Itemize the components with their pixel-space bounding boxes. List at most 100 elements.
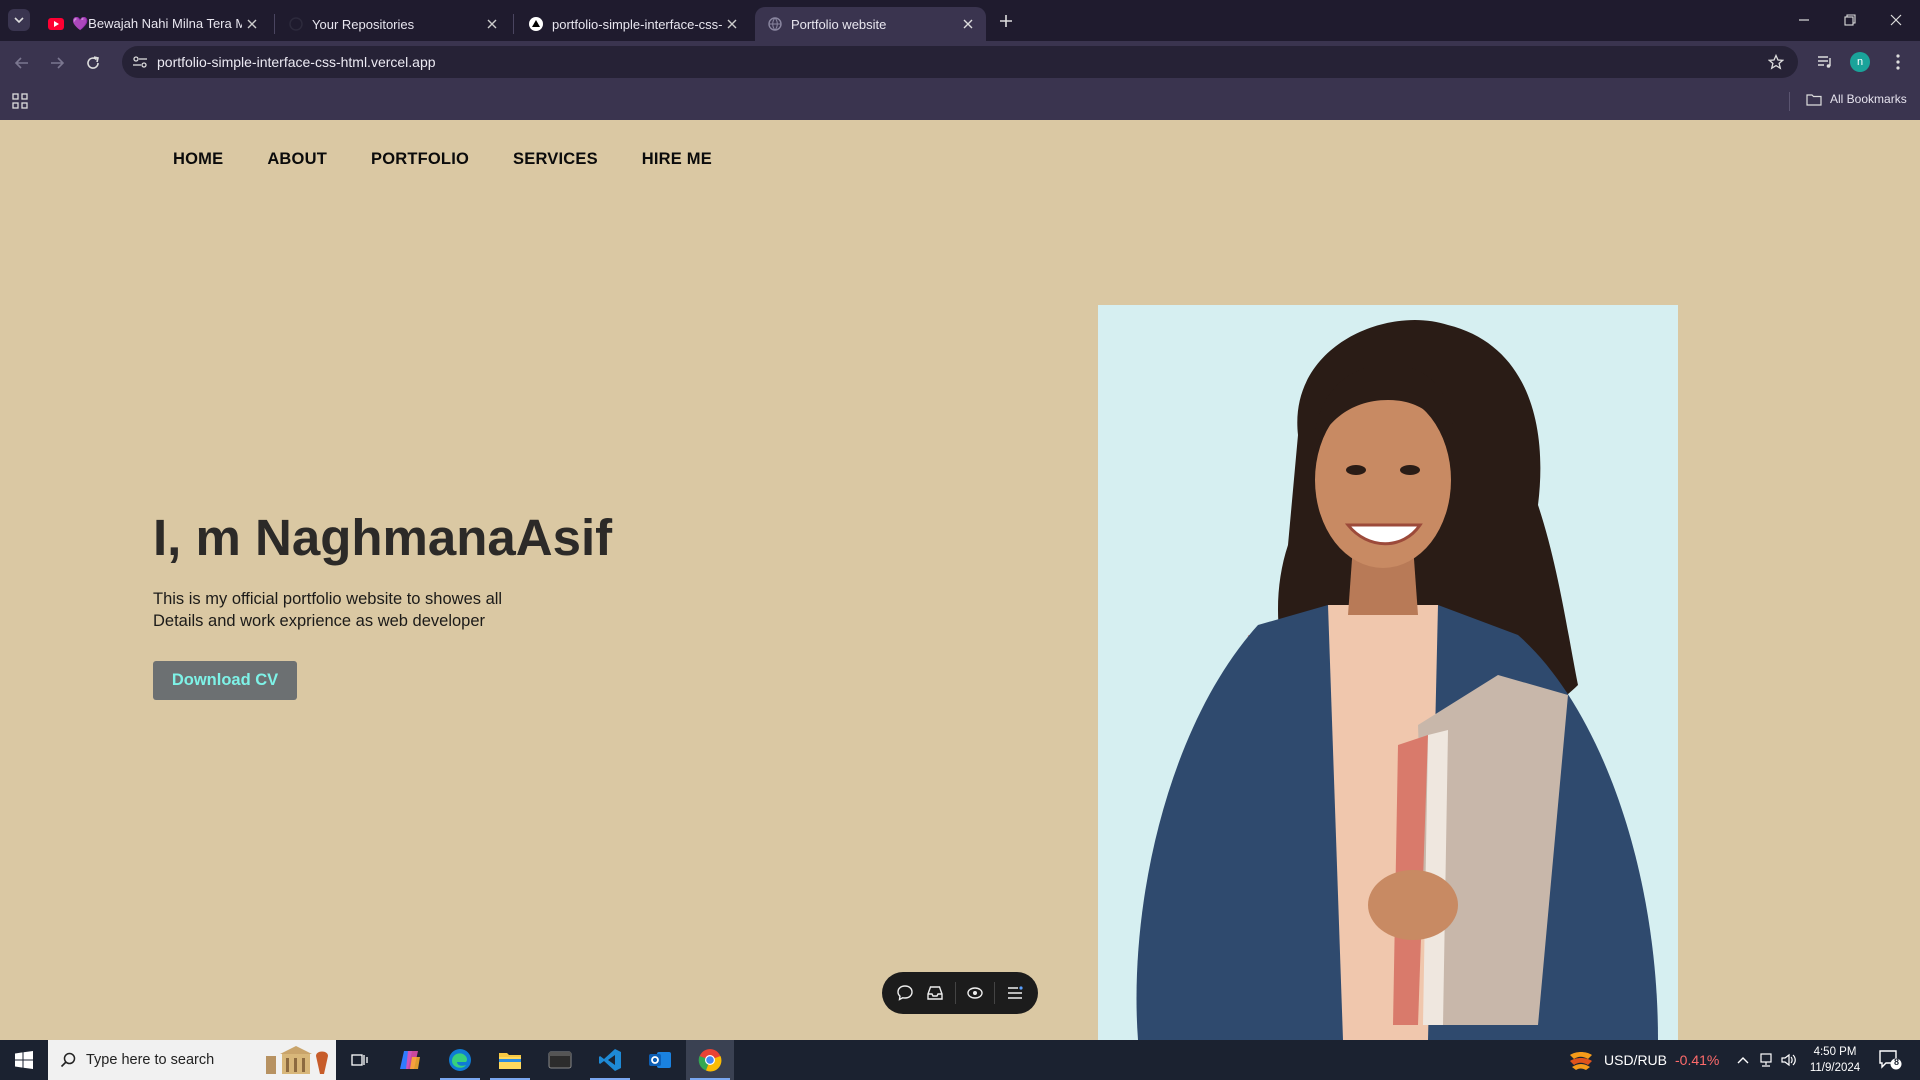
nav-about[interactable]: ABOUT	[267, 150, 327, 169]
plus-icon	[1000, 15, 1012, 27]
chrome-icon	[698, 1049, 722, 1072]
restore-icon	[1844, 14, 1856, 26]
minimize-icon	[1799, 19, 1809, 21]
outlook-icon	[649, 1052, 671, 1068]
start-button[interactable]	[0, 1040, 48, 1080]
floating-toolbar	[882, 972, 1038, 1014]
close-icon[interactable]	[722, 14, 742, 34]
back-button[interactable]	[9, 50, 35, 76]
close-icon[interactable]	[242, 14, 262, 34]
tab-portfolio-website[interactable]: Portfolio website	[755, 7, 986, 41]
download-cv-button[interactable]: Download CV	[153, 661, 297, 700]
search-highlight-image	[266, 1046, 328, 1074]
currency-icon	[1570, 1052, 1592, 1070]
restore-button[interactable]	[1837, 8, 1863, 32]
close-icon[interactable]	[482, 14, 502, 34]
folder-icon	[1806, 93, 1822, 106]
address-bar[interactable]: portfolio-simple-interface-css-html.verc…	[122, 46, 1798, 78]
search-placeholder: Type here to search	[86, 1052, 215, 1068]
new-tab-button[interactable]	[995, 10, 1017, 32]
nav-home[interactable]: HOME	[173, 150, 223, 169]
taskbar-chrome[interactable]	[686, 1040, 734, 1080]
media-controls-icon[interactable]	[1814, 51, 1836, 73]
close-window-button[interactable]	[1883, 8, 1909, 32]
windows-logo-icon	[15, 1051, 33, 1069]
close-icon[interactable]	[958, 14, 978, 34]
notification-count: 8	[1893, 1057, 1899, 1067]
bookmark-star-icon[interactable]	[1766, 52, 1786, 72]
taskbar-search-box[interactable]: Type here to search	[48, 1040, 336, 1080]
tab-title: portfolio-simple-interface-css-h	[552, 16, 722, 32]
reload-icon	[87, 56, 99, 69]
site-nav: HOME ABOUT PORTFOLIO SERVICES HIRE ME	[173, 150, 756, 169]
volume-tray-icon[interactable]	[1779, 1040, 1799, 1080]
hero-description-line: Details and work exprience as web develo…	[153, 612, 486, 630]
arrow-right-icon	[51, 57, 65, 69]
tab-divider	[274, 14, 275, 34]
vscode-icon	[599, 1049, 621, 1071]
taskbar-edge[interactable]	[436, 1040, 484, 1080]
taskbar-outlook[interactable]	[636, 1040, 684, 1080]
github-icon	[288, 16, 304, 32]
ticker-symbol: USD/RUB	[1604, 1052, 1668, 1068]
tab-search-button[interactable]	[8, 9, 30, 31]
nav-hire-me[interactable]: HIRE ME	[642, 150, 712, 169]
taskbar-terminal[interactable]	[536, 1040, 584, 1080]
windows-taskbar: Type here to search USD/RUB -0.41% 4:50 …	[0, 1040, 1920, 1080]
all-bookmarks-button[interactable]: All Bookmarks	[1806, 92, 1907, 106]
chevron-down-icon	[14, 17, 24, 24]
close-icon	[1890, 14, 1902, 26]
browser-toolbar: portfolio-simple-interface-css-html.verc…	[0, 41, 1920, 83]
reload-button[interactable]	[80, 50, 106, 76]
forward-button[interactable]	[44, 50, 70, 76]
task-view-button[interactable]	[336, 1040, 384, 1080]
taskbar-file-explorer[interactable]	[486, 1040, 534, 1080]
globe-icon	[767, 16, 783, 32]
portfolio-page: HOME ABOUT PORTFOLIO SERVICES HIRE ME I,…	[0, 120, 1920, 1040]
minimize-button[interactable]	[1791, 8, 1817, 32]
site-info-icon[interactable]	[130, 52, 150, 72]
notification-center-button[interactable]: 8	[1878, 1049, 1902, 1071]
url-text: portfolio-simple-interface-css-html.verc…	[157, 54, 436, 70]
clock-time: 4:50 PM	[1813, 1046, 1857, 1058]
tab-title: Your Repositories	[312, 16, 415, 32]
volume-icon	[1781, 1053, 1796, 1067]
tab-vercel[interactable]: portfolio-simple-interface-css-h	[516, 7, 750, 41]
hero-description: This is my official portfolio website to…	[153, 588, 553, 632]
copilot-icon	[400, 1051, 420, 1069]
inbox-icon[interactable]	[924, 982, 946, 1004]
network-tray-icon[interactable]	[1756, 1040, 1776, 1080]
nav-portfolio[interactable]: PORTFOLIO	[371, 150, 469, 169]
vercel-icon	[528, 16, 544, 32]
youtube-icon	[48, 16, 64, 32]
tab-github[interactable]: Your Repositories	[276, 7, 510, 41]
network-icon	[1760, 1053, 1772, 1067]
clock-date: 11/9/2024	[1809, 1062, 1861, 1074]
menu-icon[interactable]	[1004, 982, 1026, 1004]
tab-title: Portfolio website	[791, 16, 887, 32]
chat-bubble-icon[interactable]	[894, 982, 916, 1004]
nav-services[interactable]: SERVICES	[513, 150, 598, 169]
tab-youtube[interactable]: 💜Bewajah Nahi Milna Tera Me	[36, 7, 270, 41]
stock-ticker-widget[interactable]: USD/RUB -0.41%	[1568, 1040, 1719, 1080]
profile-avatar[interactable]: n	[1850, 52, 1870, 72]
bookmarks-divider	[1789, 92, 1790, 111]
eye-icon[interactable]	[964, 982, 986, 1004]
tab-divider	[513, 14, 514, 34]
apps-grid-icon[interactable]	[11, 92, 29, 110]
toolbar-divider	[994, 982, 996, 1004]
taskbar-vscode[interactable]	[586, 1040, 634, 1080]
profile-photo	[1098, 305, 1678, 1040]
arrow-left-icon	[14, 57, 28, 69]
ticker-change: -0.41%	[1675, 1052, 1720, 1068]
hero-description-line: This is my official portfolio website to…	[153, 590, 503, 608]
bookmarks-bar: All Bookmarks	[0, 83, 1920, 120]
all-bookmarks-label: All Bookmarks	[1830, 92, 1907, 106]
more-menu-icon[interactable]	[1887, 51, 1909, 73]
tab-strip: 💜Bewajah Nahi Milna Tera Me Your Reposit…	[0, 0, 1920, 41]
show-hidden-icons-button[interactable]	[1734, 1040, 1752, 1080]
toolbar-divider	[954, 982, 956, 1004]
taskbar-clock[interactable]: 4:50 PM 11/9/2024	[1800, 1044, 1870, 1076]
taskbar-copilot[interactable]	[386, 1040, 434, 1080]
tab-title: 💜Bewajah Nahi Milna Tera Me	[72, 16, 242, 31]
